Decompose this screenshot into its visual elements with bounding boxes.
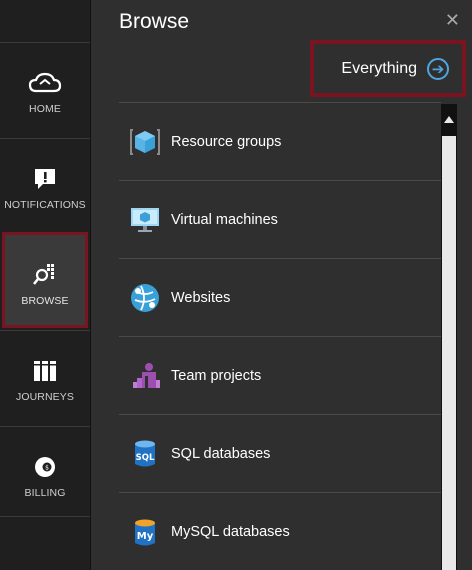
panel-title: Browse bbox=[119, 10, 190, 33]
svg-text:$: $ bbox=[45, 465, 49, 472]
nav-item-notifications[interactable]: NOTIFICATIONS bbox=[0, 138, 90, 234]
list-item-mysql-databases[interactable]: My MySQL databases bbox=[119, 492, 441, 570]
nav-label-home: HOME bbox=[29, 103, 61, 115]
list-item-resource-groups[interactable]: Resource groups bbox=[119, 102, 441, 180]
notification-icon bbox=[33, 165, 57, 193]
svg-text:My: My bbox=[136, 531, 153, 542]
everything-button[interactable]: Everything ➔ bbox=[310, 40, 466, 97]
nav-item-browse[interactable]: BROWSE bbox=[2, 232, 88, 328]
nav-label-billing: BILLING bbox=[24, 487, 66, 499]
journeys-icon bbox=[32, 357, 58, 385]
scroll-thumb[interactable] bbox=[442, 136, 456, 570]
scroll-up-icon[interactable] bbox=[441, 104, 457, 134]
list-item-websites[interactable]: Websites bbox=[119, 258, 441, 336]
mysql-database-icon: My bbox=[128, 515, 161, 548]
list-item-label: SQL databases bbox=[171, 445, 271, 462]
virtual-machine-icon bbox=[128, 203, 161, 236]
nav-label-journeys: JOURNEYS bbox=[16, 391, 74, 403]
list-item-label: Team projects bbox=[171, 367, 262, 384]
sql-database-icon: SQL bbox=[128, 437, 161, 470]
list-item-label: Resource groups bbox=[171, 133, 282, 150]
svg-text:SQL: SQL bbox=[135, 453, 154, 463]
arrow-right-circle-icon: ➔ bbox=[427, 57, 449, 80]
list-item-label: Virtual machines bbox=[171, 211, 278, 228]
cloud-icon bbox=[28, 69, 62, 97]
list-item-label: Websites bbox=[171, 289, 231, 306]
browse-icon bbox=[32, 261, 58, 289]
team-projects-icon bbox=[128, 359, 161, 392]
browse-list: Resource groups Virtual machines Website… bbox=[119, 102, 441, 570]
everything-label: Everything bbox=[341, 59, 417, 77]
nav-label-browse: BROWSE bbox=[21, 295, 69, 307]
browse-panel: Browse ✕ Everything ➔ Resource groups Vi… bbox=[91, 0, 472, 570]
nav-item-home[interactable]: HOME bbox=[0, 42, 90, 138]
list-item-team-projects[interactable]: Team projects bbox=[119, 336, 441, 414]
websites-icon bbox=[128, 281, 161, 314]
nav-label-notifications: NOTIFICATIONS bbox=[4, 199, 86, 211]
list-scrollbar[interactable] bbox=[441, 104, 457, 570]
close-icon[interactable]: ✕ bbox=[445, 10, 460, 31]
nav-item-journeys[interactable]: JOURNEYS bbox=[0, 330, 90, 426]
list-item-virtual-machines[interactable]: Virtual machines bbox=[119, 180, 441, 258]
list-item-label: MySQL databases bbox=[171, 523, 290, 540]
billing-icon: $ bbox=[33, 453, 57, 481]
list-item-sql-databases[interactable]: SQL SQL databases bbox=[119, 414, 441, 492]
left-navigation-rail: HOME NOTIFICATIONS BROWSE JOURNEYS $ BIL… bbox=[0, 0, 91, 570]
nav-item-billing[interactable]: $ BILLING bbox=[0, 426, 90, 522]
resource-groups-icon bbox=[128, 125, 161, 158]
rail-divider bbox=[0, 516, 90, 517]
